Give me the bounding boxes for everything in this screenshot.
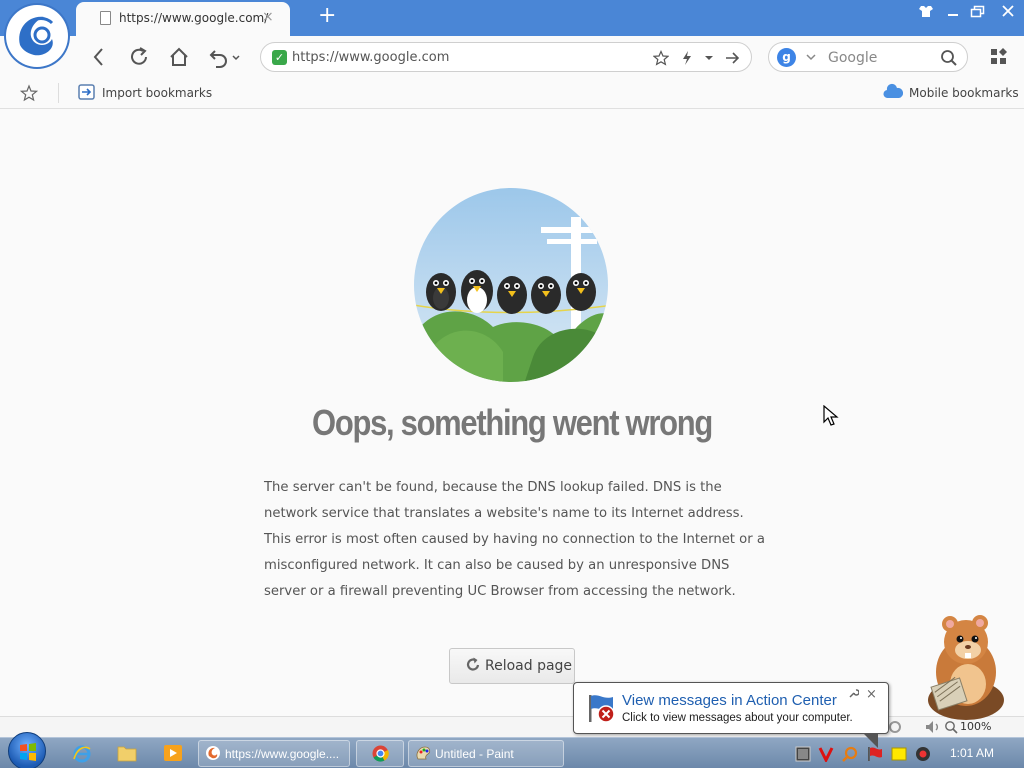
minimize-button[interactable] — [945, 4, 961, 18]
import-icon[interactable] — [78, 84, 96, 101]
uc-browser-icon — [206, 746, 220, 760]
taskbar-item-chrome[interactable] — [356, 740, 404, 767]
flag-icon — [589, 695, 615, 723]
home-icon[interactable] — [166, 44, 192, 70]
notification-body: Click to view messages about your comput… — [622, 712, 853, 724]
browser-tab[interactable]: https://www.google.com/ × — [76, 2, 290, 36]
error-headline: Oops, something went wrong — [312, 402, 713, 443]
action-center-notification[interactable]: View messages in Action Center Click to … — [573, 682, 889, 748]
grid-menu-icon[interactable] — [990, 48, 1008, 66]
star-icon[interactable] — [20, 84, 38, 102]
notification-close-button[interactable]: × — [866, 687, 877, 702]
address-bar[interactable]: ✓ https://www.google.com — [260, 42, 752, 72]
folder-icon[interactable] — [117, 744, 137, 762]
uc-browser-logo-icon[interactable] — [6, 5, 68, 67]
secure-check-icon: ✓ — [272, 50, 287, 65]
taskbar-item-label: https://www.google.... — [225, 747, 340, 761]
magnifier-tray-icon[interactable] — [842, 746, 858, 762]
chevron-down-icon[interactable] — [805, 47, 817, 67]
new-tab-button[interactable]: + — [318, 3, 336, 29]
reload-icon — [466, 657, 480, 671]
record-icon[interactable] — [915, 746, 931, 762]
hamster-mascot-icon — [928, 615, 1004, 720]
search-box[interactable]: g Google — [768, 42, 968, 72]
wrench-icon[interactable] — [848, 688, 859, 699]
notification-title[interactable]: View messages in Action Center — [622, 692, 837, 709]
chrome-icon — [372, 745, 389, 762]
refresh-icon[interactable] — [126, 44, 152, 70]
action-center-flag-icon[interactable] — [866, 746, 884, 762]
address-url[interactable]: https://www.google.com — [292, 50, 449, 65]
search-placeholder[interactable]: Google — [828, 50, 877, 66]
windows-start-icon[interactable] — [8, 732, 46, 768]
star-icon[interactable] — [653, 50, 669, 66]
close-window-button[interactable] — [1000, 4, 1016, 18]
reload-page-button[interactable]: Reload page — [449, 648, 575, 684]
tab-title: https://www.google.com/ — [119, 11, 269, 25]
undo-icon[interactable] — [206, 44, 244, 70]
error-page: Oops, something went wrong The server ca… — [0, 109, 1024, 716]
notification-tail — [864, 734, 878, 748]
restore-button[interactable] — [970, 4, 986, 18]
back-icon[interactable] — [86, 44, 112, 70]
cloud-icon[interactable] — [883, 83, 903, 100]
ie-icon[interactable] — [72, 744, 92, 764]
skin-icon[interactable] — [918, 5, 934, 18]
taskbar-item-paint[interactable]: Untitled - Paint — [408, 740, 564, 767]
zoom-icon[interactable] — [944, 720, 958, 734]
mobile-bookmarks-link[interactable]: Mobile bookmarks — [909, 86, 1019, 100]
tab-close-button[interactable]: × — [262, 9, 274, 25]
network-icon[interactable] — [795, 746, 811, 762]
title-bar: https://www.google.com/ × + — [0, 0, 1024, 36]
lightning-icon[interactable] — [680, 50, 694, 66]
birds-on-wire-illustration — [414, 188, 608, 382]
document-icon — [100, 11, 111, 25]
settings-icon[interactable] — [888, 720, 902, 734]
mouse-cursor-icon — [823, 405, 839, 426]
bookmarks-bar: Import bookmarks Mobile bookmarks — [0, 78, 1024, 109]
error-message: The server can't be found, because the D… — [264, 480, 765, 599]
reload-page-label: Reload page — [485, 658, 573, 674]
paint-icon — [416, 746, 431, 760]
system-clock[interactable]: 1:01 AM — [950, 746, 994, 760]
arrow-right-icon[interactable] — [724, 50, 740, 66]
notes-icon[interactable] — [891, 747, 907, 761]
speaker-icon[interactable] — [924, 720, 942, 734]
antivirus-icon[interactable] — [818, 746, 834, 762]
search-icon[interactable] — [940, 49, 958, 67]
taskbar-item-browser[interactable]: https://www.google.... — [198, 740, 350, 767]
media-player-icon[interactable] — [163, 744, 183, 762]
import-bookmarks-link[interactable]: Import bookmarks — [102, 86, 212, 100]
chevron-down-icon[interactable] — [704, 54, 714, 62]
google-engine-icon[interactable]: g — [777, 48, 796, 67]
taskbar-item-label: Untitled - Paint — [435, 747, 514, 761]
divider — [58, 83, 59, 103]
